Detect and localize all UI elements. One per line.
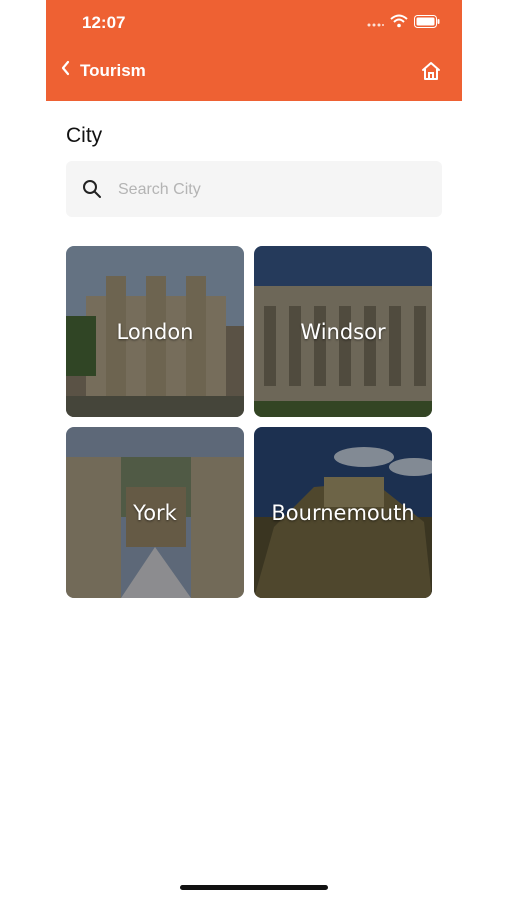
app-header: 12:07 Tourism [46, 0, 462, 101]
city-label: Windsor [300, 319, 386, 344]
home-indicator [180, 885, 328, 890]
home-button[interactable] [420, 60, 442, 87]
app-screen: 12:07 Tourism City Search City London Wi… [46, 0, 462, 900]
signal-icon [366, 15, 384, 33]
section-title: City [66, 124, 103, 147]
city-card-windsor[interactable]: Windsor [254, 246, 432, 417]
status-icons [366, 14, 440, 33]
status-time: 12:07 [82, 13, 126, 32]
search-bar [66, 161, 442, 219]
home-icon [420, 62, 442, 86]
battery-icon [414, 14, 440, 33]
back-button[interactable]: Tourism [60, 60, 146, 81]
city-label: Bournemouth [271, 500, 415, 525]
city-label: London [116, 319, 194, 344]
city-card-bournemouth[interactable]: Bournemouth [254, 427, 432, 598]
chevron-left-icon [60, 60, 72, 81]
header-title: Tourism [80, 60, 146, 80]
city-card-york[interactable]: York [66, 427, 244, 598]
city-grid: London Windsor York Bournemouth [66, 246, 432, 598]
city-label: York [133, 500, 177, 525]
search-icon [82, 179, 102, 204]
wifi-icon [390, 14, 408, 33]
search-input[interactable] [116, 161, 420, 219]
city-card-london[interactable]: London [66, 246, 244, 417]
